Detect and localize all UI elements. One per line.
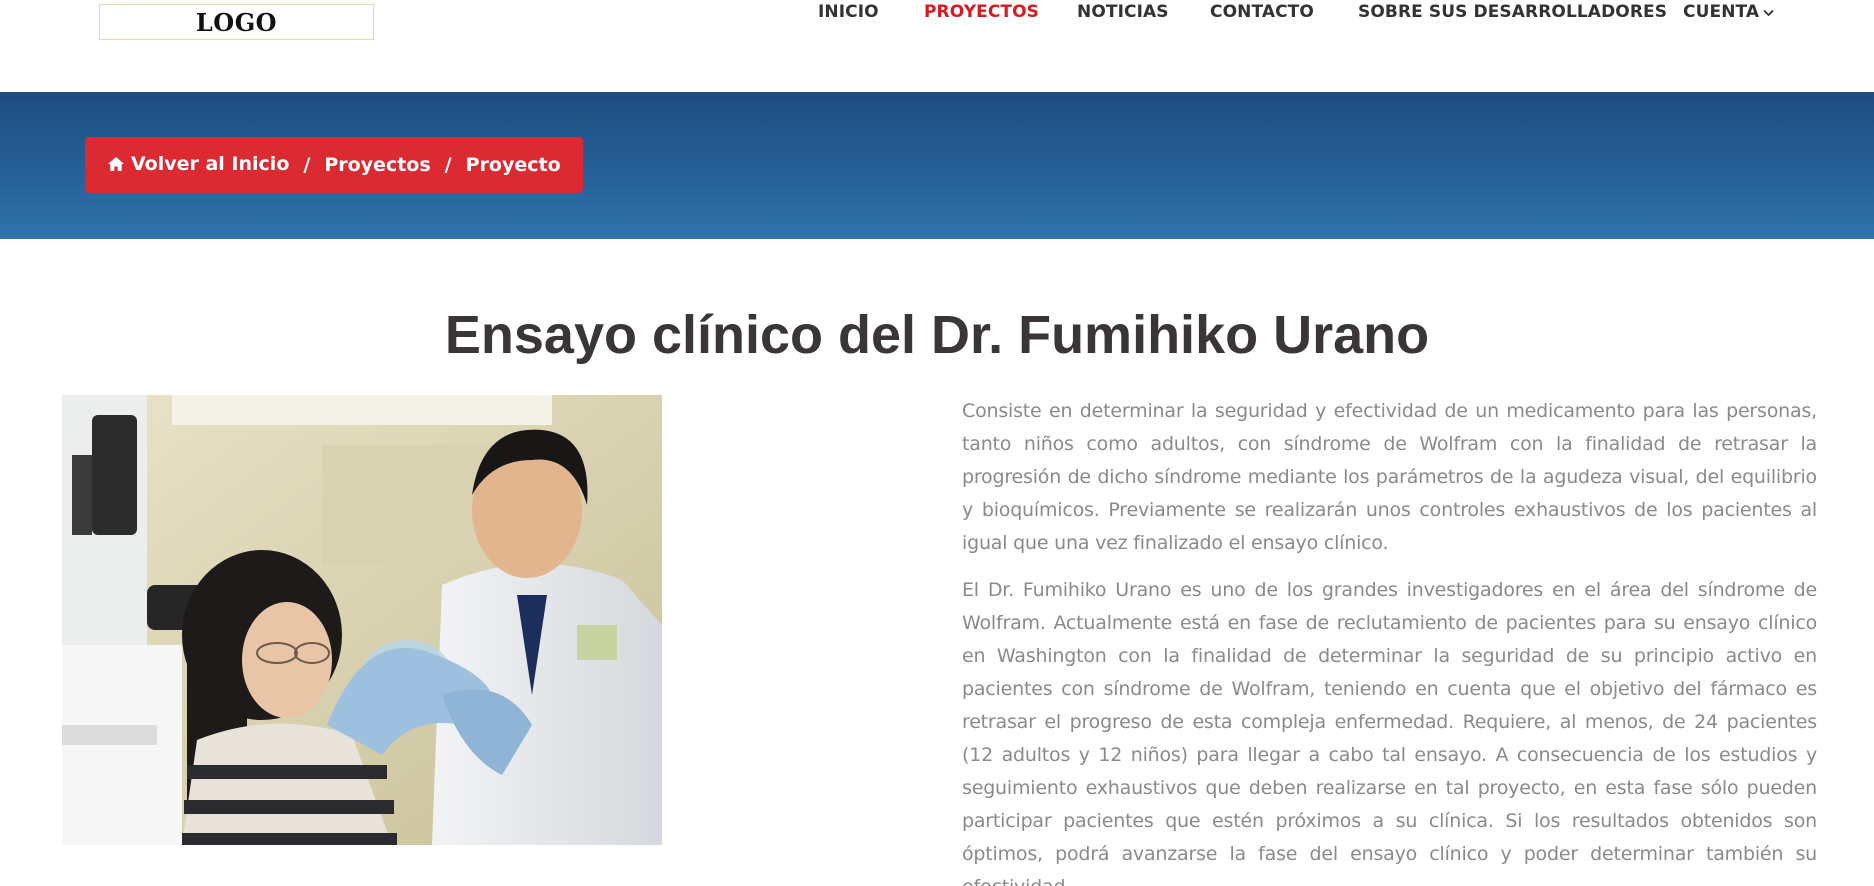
project-description: Consiste en determinar la seguridad y ef… xyxy=(962,395,1817,886)
nav-item-contacto[interactable]: CONTACTO xyxy=(1210,2,1314,22)
description-paragraph: Consiste en determinar la seguridad y ef… xyxy=(962,400,1817,554)
logo[interactable]: LOGO xyxy=(99,4,374,40)
breadcrumb-separator: / xyxy=(303,154,311,176)
page-title: Ensayo clínico del Dr. Fumihiko Urano xyxy=(444,305,1430,365)
page-banner: Volver al Inicio / Proyectos / Proyecto xyxy=(0,92,1874,239)
nav-item-cuenta[interactable]: CUENTA xyxy=(1683,2,1774,22)
breadcrumb: Volver al Inicio / Proyectos / Proyecto xyxy=(85,137,583,193)
nav-item-sobre-desarrolladores[interactable]: SOBRE SUS DESARROLLADORES xyxy=(1358,2,1667,22)
breadcrumb-home[interactable]: Volver al Inicio xyxy=(107,153,289,177)
description-paragraph: El Dr. Fumihiko Urano es uno de los gran… xyxy=(962,579,1817,886)
nav-item-cuenta-label: CUENTA xyxy=(1683,2,1760,22)
home-icon xyxy=(107,155,125,177)
nav-item-inicio[interactable]: INICIO xyxy=(818,2,879,22)
breadcrumb-proyecto[interactable]: Proyecto xyxy=(466,154,561,176)
project-image xyxy=(62,395,662,845)
nav-item-proyectos[interactable]: PROYECTOS xyxy=(924,2,1039,22)
breadcrumb-proyectos[interactable]: Proyectos xyxy=(324,154,430,176)
site-header: LOGO INICIO PROYECTOS NOTICIAS CONTACTO … xyxy=(0,0,1874,92)
breadcrumb-home-label: Volver al Inicio xyxy=(131,153,290,175)
nav-item-noticias[interactable]: NOTICIAS xyxy=(1077,2,1169,22)
chevron-down-icon xyxy=(1763,2,1774,22)
breadcrumb-separator: / xyxy=(444,154,452,176)
